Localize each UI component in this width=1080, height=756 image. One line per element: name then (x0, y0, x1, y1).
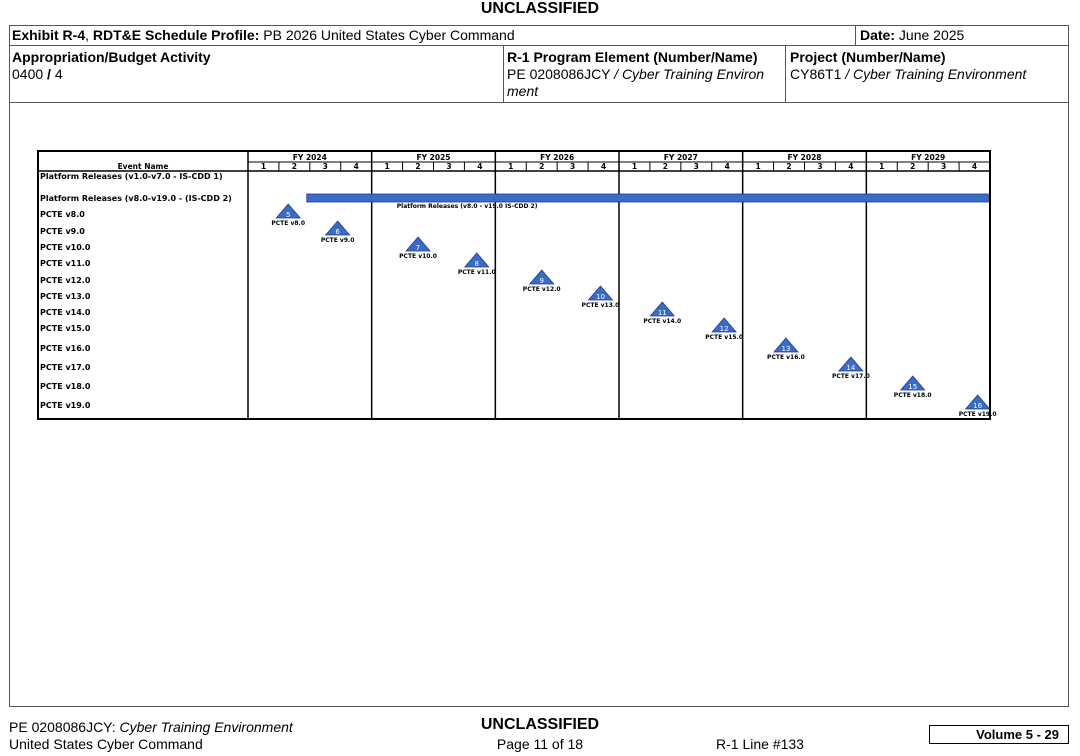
event-row-label: PCTE v11.0 (40, 259, 91, 268)
fy-label: FY 2029 (911, 153, 945, 162)
milestone-label: PCTE v8.0 (271, 220, 305, 227)
milestone-number: 15 (908, 383, 917, 391)
quarter-label: 4 (601, 162, 606, 171)
milestone-number: 6 (335, 228, 340, 236)
quarter-label: 2 (539, 162, 544, 171)
fy-label: FY 2025 (416, 153, 450, 162)
quarter-label: 1 (879, 162, 884, 171)
milestone-label: PCTE v19.0 (959, 411, 997, 418)
quarter-label: 3 (941, 162, 946, 171)
quarter-label: 3 (446, 162, 451, 171)
event-row-label: PCTE v13.0 (40, 292, 91, 301)
quarter-label: 2 (663, 162, 668, 171)
fy-label: FY 2026 (540, 153, 574, 162)
milestone-label: PCTE v10.0 (399, 253, 437, 260)
quarter-label: 3 (694, 162, 699, 171)
event-row-label: PCTE v12.0 (40, 276, 91, 285)
milestone-number: 12 (720, 325, 729, 333)
release-bar (306, 193, 989, 203)
quarter-label: 1 (756, 162, 761, 171)
milestone-number: 7 (416, 244, 420, 252)
event-row-label: PCTE v17.0 (40, 363, 91, 372)
quarter-label: 1 (385, 162, 390, 171)
milestone-label: PCTE v16.0 (767, 354, 805, 361)
milestone-label: PCTE v11.0 (458, 269, 496, 276)
fy-label: FY 2027 (664, 153, 698, 162)
quarter-label: 1 (508, 162, 513, 171)
event-row-label: PCTE v16.0 (40, 344, 91, 353)
event-name-header: Event Name (118, 162, 169, 171)
fy-label: FY 2028 (787, 153, 821, 162)
event-row-label: PCTE v19.0 (40, 401, 91, 410)
quarter-label: 4 (477, 162, 482, 171)
quarter-label: 1 (632, 162, 637, 171)
event-row-label: PCTE v10.0 (40, 243, 91, 252)
quarter-label: 4 (972, 162, 977, 171)
quarter-label: 4 (725, 162, 730, 171)
quarter-label: 3 (570, 162, 575, 171)
milestone-label: PCTE v18.0 (894, 392, 932, 399)
event-row-label: PCTE v9.0 (40, 227, 85, 236)
quarter-label: 3 (817, 162, 822, 171)
classification-bottom: UNCLASSIFIED (480, 716, 600, 733)
milestone-label: PCTE v13.0 (582, 302, 620, 309)
event-row-label: PCTE v15.0 (40, 324, 91, 333)
quarter-label: 2 (910, 162, 915, 171)
milestone-label: PCTE v9.0 (321, 237, 355, 244)
milestone-number: 5 (286, 211, 290, 219)
milestone-label: PCTE v14.0 (643, 318, 681, 325)
quarter-label: 1 (261, 162, 266, 171)
milestone-number: 11 (658, 309, 667, 317)
milestone-label: PCTE v17.0 (832, 373, 870, 380)
milestone-number: 8 (475, 260, 479, 268)
milestone-number: 10 (596, 293, 605, 301)
event-row-label: PCTE v14.0 (40, 308, 91, 317)
quarter-label: 2 (415, 162, 420, 171)
milestone-number: 13 (781, 345, 790, 353)
event-row-label: PCTE v8.0 (40, 210, 85, 219)
schedule-profile-chart: Event NameFY 20241 2 3 4FY 20251 2 3 4FY 20261… (37, 150, 997, 420)
release-bar-label: Platform Releases (v8.0 - v19.0 IS-CDD 2… (397, 203, 538, 210)
fy-label: FY 2024 (293, 153, 327, 162)
milestone-label: PCTE v15.0 (705, 334, 743, 341)
milestone-number: 14 (846, 364, 855, 372)
milestone-number: 16 (973, 402, 982, 410)
quarter-label: 2 (292, 162, 297, 171)
quarter-label: 4 (354, 162, 359, 171)
quarter-label: 3 (323, 162, 328, 171)
milestone-number: 9 (539, 277, 543, 285)
event-row-label: Platform Releases (v8.0-v19.0 - (IS-CDD … (40, 194, 232, 203)
footer-page: Page 11 of 18 (496, 736, 584, 752)
milestone-label: PCTE v12.0 (523, 286, 561, 293)
volume-box: Volume 5 - 29 (929, 725, 1069, 744)
footer-r1-line: R-1 Line #133 (716, 736, 804, 752)
quarter-label: 4 (848, 162, 853, 171)
event-row-label: Platform Releases (v1.0-v7.0 - IS-CDD 1) (40, 172, 223, 181)
event-row-label: PCTE v18.0 (40, 382, 91, 391)
quarter-label: 2 (786, 162, 791, 171)
